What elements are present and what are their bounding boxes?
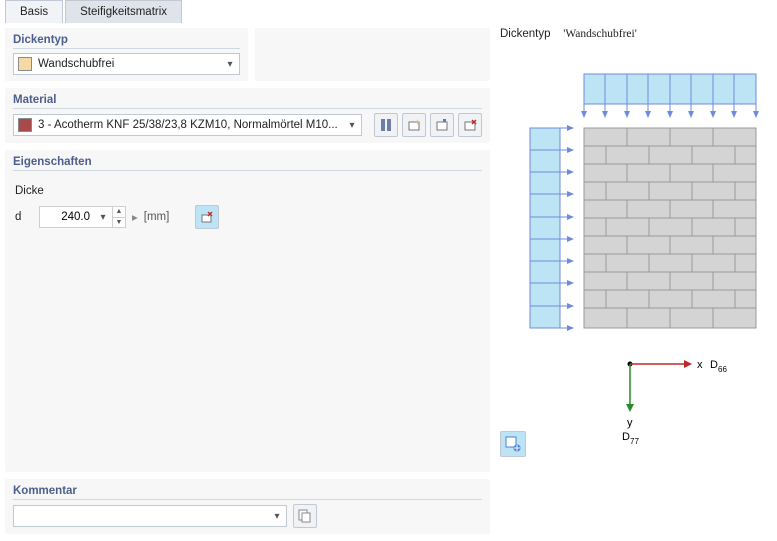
material-swatch-icon [18, 118, 32, 132]
svg-text:x: x [697, 359, 703, 371]
step-down-icon[interactable]: ▼ [113, 217, 125, 228]
step-right-icon[interactable]: ▸ [132, 210, 138, 224]
chevron-down-icon: ▾ [345, 120, 359, 131]
chevron-down-icon: ▾ [223, 59, 237, 70]
material-card: Material 3 - Acotherm KNF 25/38/23,8 KZM… [5, 88, 490, 143]
dicke-input[interactable] [40, 211, 94, 223]
step-up-icon[interactable]: ▲ [113, 207, 125, 217]
dicke-label: Dicke [15, 185, 482, 197]
chevron-down-icon: ▾ [270, 511, 284, 522]
kommentar-select[interactable]: ▾ [13, 505, 287, 527]
new-icon [407, 118, 421, 132]
preview-label: Dickentyp [500, 28, 551, 40]
material-header: Material [13, 94, 482, 109]
dicke-unit: [mm] [144, 211, 170, 223]
material-toolbar [374, 113, 482, 137]
dicke-symbol: d [15, 211, 33, 223]
svg-text:D: D [622, 431, 630, 443]
preview-settings-button[interactable] [500, 431, 526, 457]
preview-panel: Dickentyp 'Wandschubfrei' [500, 28, 770, 457]
preview-settings-icon [505, 436, 521, 452]
material-delete-button[interactable] [458, 113, 482, 137]
eigenschaften-card: Eigenschaften Dicke d ▾ ▲ ▼ ▸ [mm] [5, 150, 490, 472]
material-select-value: 3 - Acotherm KNF 25/38/23,8 KZM10, Norma… [38, 119, 345, 131]
material-select[interactable]: 3 - Acotherm KNF 25/38/23,8 KZM10, Norma… [13, 114, 362, 136]
kommentar-apply-button[interactable] [293, 504, 317, 528]
wall-icon [584, 128, 756, 328]
copy-icon [298, 509, 312, 523]
material-edit-button[interactable] [430, 113, 454, 137]
tab-steifigkeitsmatrix[interactable]: Steifigkeitsmatrix [65, 0, 182, 23]
book-icon [379, 118, 393, 132]
reset-icon [200, 210, 214, 224]
dickentyp-select-value: Wandschubfrei [38, 58, 223, 70]
svg-text:66: 66 [718, 365, 727, 374]
empty-card [255, 28, 490, 81]
dickentyp-header: Dickentyp [13, 34, 240, 49]
preview-svg: x y D66 D77 [500, 44, 770, 454]
preview-value: 'Wandschubfrei' [563, 28, 636, 40]
dicke-spinner[interactable]: ▾ ▲ ▼ [39, 206, 126, 228]
eigenschaften-header: Eigenschaften [13, 156, 482, 171]
svg-text:77: 77 [630, 437, 639, 446]
svg-text:D: D [710, 359, 718, 371]
material-library-button[interactable] [374, 113, 398, 137]
axes-icon: x y D66 D77 [622, 359, 727, 446]
dickentyp-select[interactable]: Wandschubfrei ▾ [13, 53, 240, 75]
dickentyp-swatch-icon [18, 57, 32, 71]
material-new-button[interactable] [402, 113, 426, 137]
kommentar-card: Kommentar ▾ [5, 479, 490, 534]
tab-basis[interactable]: Basis [5, 0, 63, 23]
tabs: Basis Steifigkeitsmatrix [5, 0, 184, 23]
edit-icon [435, 118, 449, 132]
svg-text:y: y [627, 417, 633, 429]
delete-icon [463, 118, 477, 132]
kommentar-header: Kommentar [13, 485, 482, 500]
dickentyp-card: Dickentyp Wandschubfrei ▾ [5, 28, 248, 81]
dicke-reset-button[interactable] [195, 205, 219, 229]
chevron-down-icon[interactable]: ▾ [94, 212, 112, 223]
